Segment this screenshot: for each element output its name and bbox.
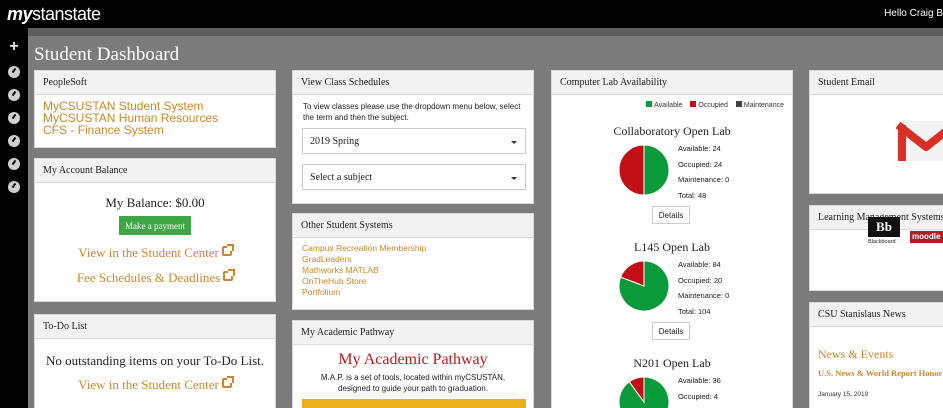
- card-title: My Account Balance: [35, 159, 275, 183]
- external-link-icon: [221, 244, 234, 256]
- link-label: View in the Student Center: [78, 245, 219, 260]
- legend-maintenance: Maintenance: [743, 102, 784, 109]
- blackboard-label: Blackboard: [868, 239, 896, 245]
- left-sidebar: +: [0, 28, 28, 408]
- view-student-center-link[interactable]: View in the Student Center: [35, 376, 275, 393]
- user-greeting[interactable]: Hello Craig B: [884, 8, 943, 19]
- maintenance-count: Maintenance: 0: [678, 291, 730, 301]
- occupied-count: Occupied: 24: [678, 159, 723, 169]
- legend-occupied: Occupied: [698, 102, 728, 109]
- card-title: Other Student Systems: [293, 214, 533, 238]
- card-title: My Academic Pathway: [293, 321, 533, 345]
- balance-value: My Balance: $0.00: [105, 195, 205, 210]
- occupied-count: Occupied: 20: [678, 275, 723, 285]
- subject-select[interactable]: Select a subject: [302, 164, 526, 190]
- moodle-link[interactable]: moodle: [910, 231, 943, 243]
- available-count: Available: 36: [678, 376, 721, 385]
- student-email-card: Student Email: [809, 70, 943, 194]
- available-count: Available: 84: [678, 260, 721, 269]
- subject-placeholder: Select a subject: [310, 172, 373, 183]
- academic-pathway-card: My Academic Pathway My Academic Pathway …: [292, 320, 534, 408]
- lab-pie-chart: [618, 260, 670, 312]
- portfolium-link[interactable]: Portfolium: [302, 287, 524, 298]
- todo-card: To-Do List No outstanding items on your …: [34, 314, 276, 408]
- link-label: Fee Schedules & Deadlines: [76, 270, 221, 285]
- campus-recreation-link[interactable]: Campus Recreation Membership: [302, 243, 524, 254]
- dashboard-gauge-icon[interactable]: [7, 180, 21, 194]
- computer-lab-card: Computer Lab Availability Available Occu…: [551, 70, 793, 408]
- dashboard-gauge-icon[interactable]: [7, 88, 21, 102]
- term-value: 2019 Spring: [310, 136, 360, 147]
- available-swatch: [646, 101, 653, 107]
- available-slice: [643, 144, 670, 196]
- caret-down-icon: [511, 141, 517, 144]
- gradleaders-link[interactable]: GradLeaders: [302, 254, 524, 265]
- occupied-count: Occupied: 4: [678, 391, 719, 401]
- mystanstate-logo[interactable]: mystanstate: [7, 4, 101, 25]
- lab-pie-chart: [618, 144, 670, 196]
- todo-message: No outstanding items on your To-Do List.: [45, 353, 265, 368]
- blackboard-link[interactable]: Bb Blackboard: [868, 217, 900, 245]
- make-payment-button[interactable]: Make a payment: [119, 216, 191, 235]
- occupied-swatch: [690, 101, 697, 107]
- news-item-link[interactable]: U.S. News & World Report Honor MBA Progr…: [818, 368, 943, 378]
- card-title: PeopleSoft: [35, 71, 275, 95]
- lab-details-button[interactable]: Details: [652, 322, 690, 340]
- maintenance-swatch: [735, 101, 742, 107]
- lab-name: L145 Open Lab: [634, 240, 710, 254]
- link-label: View in the Student Center: [78, 377, 219, 392]
- external-link-icon: [221, 376, 234, 388]
- mathworks-matlab-link[interactable]: Mathworks MATLAB: [302, 265, 524, 276]
- card-title: Student Email: [810, 71, 943, 95]
- pathway-banner[interactable]: [302, 399, 526, 408]
- dashboard-gauge-icon[interactable]: [7, 157, 21, 171]
- news-item-date: January 15, 2019: [818, 391, 869, 398]
- view-student-center-link[interactable]: View in the Student Center: [35, 244, 275, 261]
- total-count: Total: 104: [678, 306, 711, 316]
- card-title: CSU Stanislaus News: [810, 303, 943, 327]
- blackboard-logo: Bb: [868, 217, 900, 237]
- lab-name: N201 Open Lab: [633, 356, 711, 370]
- account-balance-card: My Account Balance My Balance: $0.00 Mak…: [34, 158, 276, 302]
- dashboard-gauge-icon[interactable]: [7, 65, 21, 79]
- other-systems-card: Other Student Systems Campus Recreation …: [292, 213, 534, 310]
- maintenance-count: Maintenance: 0: [678, 175, 730, 185]
- cfs-finance-system-link[interactable]: CFS - Finance System: [43, 124, 267, 136]
- term-select[interactable]: 2019 Spring: [302, 128, 526, 154]
- total-count: Total: 48: [678, 190, 707, 200]
- dashboard-gauge-icon[interactable]: [7, 134, 21, 148]
- dashboard-gauge-icon[interactable]: [7, 111, 21, 125]
- card-title: Computer Lab Availability: [552, 71, 792, 95]
- gmail-icon[interactable]: [896, 117, 943, 177]
- class-schedules-card: View Class Schedules To view classes ple…: [292, 70, 534, 204]
- top-bar: mystanstate Hello Craig B: [0, 0, 943, 28]
- card-title: View Class Schedules: [293, 71, 533, 95]
- plus-icon[interactable]: +: [7, 39, 21, 55]
- lab-stats: Available: 36 Occupied: 4: [678, 373, 721, 404]
- lab-pie-chart: [618, 376, 670, 408]
- pathway-heading: My Academic Pathway: [338, 351, 488, 368]
- header-strip: [28, 28, 943, 36]
- caret-down-icon: [511, 177, 517, 180]
- available-count: Available: 24: [678, 144, 721, 153]
- news-events-heading: News & Events: [818, 347, 894, 361]
- lab-legend: Available Occupied Maintenance: [640, 101, 784, 109]
- onthehub-store-link[interactable]: OnTheHub Store: [302, 276, 524, 287]
- lab-details-button[interactable]: Details: [652, 206, 690, 224]
- peoplesoft-card: PeopleSoft MyCSUSTAN Student System MyCS…: [34, 70, 276, 148]
- lab-name: Collaboratory Open Lab: [613, 124, 731, 138]
- external-link-icon: [223, 269, 236, 281]
- lab-stats: Available: 84 Occupied: 20 Maintenance: …: [678, 257, 729, 319]
- csu-news-card: CSU Stanislaus News News & Events U.S. N…: [809, 302, 943, 408]
- schedule-instructions: To view classes please use the dropdown …: [303, 102, 521, 122]
- pathway-description: M.A.P. is a set of tools, located within…: [320, 373, 506, 393]
- page-title: Student Dashboard: [34, 44, 180, 65]
- lms-card: Learning Management Systems Bb Blackboar…: [809, 205, 943, 291]
- legend-available: Available: [654, 102, 683, 109]
- card-title: To-Do List: [35, 315, 275, 339]
- occupied-slice: [618, 144, 645, 196]
- lab-stats: Available: 24 Occupied: 24 Maintenance: …: [678, 141, 729, 203]
- fee-schedules-link[interactable]: Fee Schedules & Deadlines: [35, 269, 275, 286]
